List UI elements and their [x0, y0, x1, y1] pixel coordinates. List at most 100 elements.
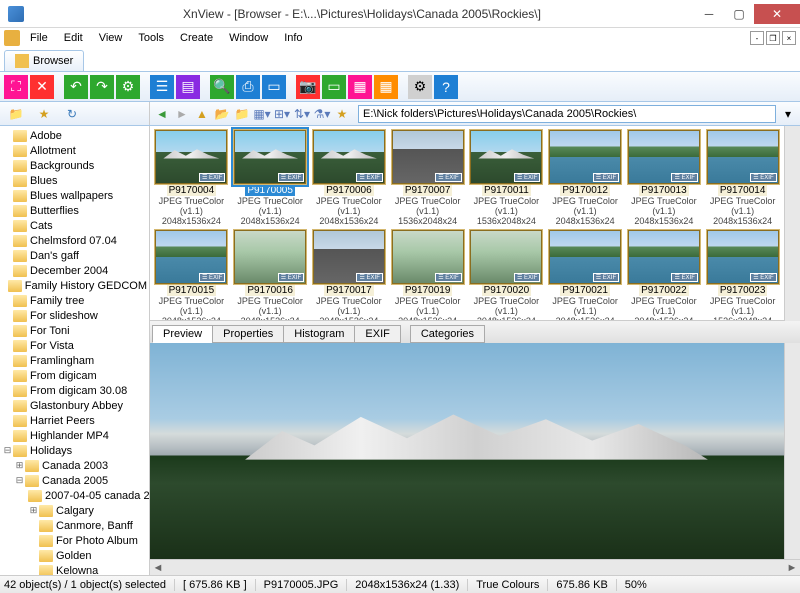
- thumbnail[interactable]: ☰ EXIFP9170019JPEG TrueColor (v1.1)2048x…: [390, 230, 465, 321]
- refresh-icon[interactable]: ↻: [64, 106, 80, 122]
- tab-properties[interactable]: Properties: [212, 325, 284, 343]
- close-button[interactable]: ✕: [754, 4, 800, 24]
- tree-item[interactable]: ⊟Canada 2005: [0, 473, 149, 488]
- new-folder-icon[interactable]: 📁: [8, 106, 24, 122]
- thumbnail[interactable]: ☰ EXIFP9170020JPEG TrueColor (v1.1)2048x…: [469, 230, 544, 321]
- mdi-restore[interactable]: ❐: [766, 31, 780, 45]
- scan-button[interactable]: ▭: [262, 75, 286, 99]
- tree-item[interactable]: Chelmsford 07.04: [0, 233, 149, 248]
- thumbnail-grid[interactable]: ☰ EXIFP9170004JPEG TrueColor (v1.1)2048x…: [150, 126, 784, 321]
- up-button[interactable]: ▲: [194, 106, 210, 122]
- fullscreen-button[interactable]: ⛶: [4, 75, 28, 99]
- tree-item[interactable]: ⊟Holidays: [0, 443, 149, 458]
- address-dropdown[interactable]: ▾: [780, 106, 796, 122]
- tab-browser[interactable]: Browser: [4, 50, 84, 71]
- tree-item[interactable]: Adobe: [0, 128, 149, 143]
- mdi-close[interactable]: ×: [782, 31, 796, 45]
- thumbnail[interactable]: ☰ EXIFP9170012JPEG TrueColor (v1.1)2048x…: [548, 130, 623, 226]
- rotate-left-button[interactable]: ↶: [64, 75, 88, 99]
- tree-item[interactable]: For Vista: [0, 338, 149, 353]
- tree-item[interactable]: Glastonbury Abbey: [0, 398, 149, 413]
- settings-button[interactable]: ⚙: [408, 75, 432, 99]
- convert-button[interactable]: ⚙: [116, 75, 140, 99]
- view-mode-button[interactable]: ⊞▾: [274, 106, 290, 122]
- tree-item[interactable]: Family History GEDCOM: [0, 278, 149, 293]
- thumbnail[interactable]: ☰ EXIFP9170006JPEG TrueColor (v1.1)2048x…: [312, 130, 387, 226]
- thumbnail[interactable]: ☰ EXIFP9170016JPEG TrueColor (v1.1)2048x…: [233, 230, 308, 321]
- slideshow-button[interactable]: ✕: [30, 75, 54, 99]
- tab-categories[interactable]: Categories: [410, 325, 485, 343]
- filter-button[interactable]: ⚗▾: [314, 106, 330, 122]
- thumbnail[interactable]: ☰ EXIFP9170005JPEG TrueColor (v1.1)2048x…: [233, 130, 308, 226]
- mdi-minimize[interactable]: -: [750, 31, 764, 45]
- thumbnail[interactable]: ☰ EXIFP9170014JPEG TrueColor (v1.1)2048x…: [705, 130, 780, 226]
- web-button[interactable]: ▦: [348, 75, 372, 99]
- slideshow2-button[interactable]: ▭: [322, 75, 346, 99]
- favorite-icon[interactable]: ★: [36, 106, 52, 122]
- tree-item[interactable]: Harriet Peers: [0, 413, 149, 428]
- menu-info[interactable]: Info: [278, 30, 308, 46]
- preview-scrollbar[interactable]: [784, 343, 800, 559]
- tree-item[interactable]: Backgrounds: [0, 158, 149, 173]
- preview-hscrollbar[interactable]: ◄►: [150, 559, 800, 575]
- help-button[interactable]: ?: [434, 75, 458, 99]
- sort-button[interactable]: ⇅▾: [294, 106, 310, 122]
- fav-star-icon[interactable]: ★: [334, 106, 350, 122]
- folder-icon2[interactable]: 📁: [234, 106, 250, 122]
- contact-button[interactable]: ▦: [374, 75, 398, 99]
- thumbnail[interactable]: ☰ EXIFP9170023JPEG TrueColor (v1.1)1536x…: [705, 230, 780, 321]
- tab-exif[interactable]: EXIF: [354, 325, 400, 343]
- tree-item[interactable]: Dan's gaff: [0, 248, 149, 263]
- folder-open-icon[interactable]: 📂: [214, 106, 230, 122]
- tree-item[interactable]: Butterflies: [0, 203, 149, 218]
- tree-item[interactable]: ⊞Calgary: [0, 503, 149, 518]
- tree-item[interactable]: Family tree: [0, 293, 149, 308]
- tree-item[interactable]: For Photo Album: [0, 533, 149, 548]
- minimize-button[interactable]: ─: [694, 4, 724, 24]
- tree-item[interactable]: For slideshow: [0, 308, 149, 323]
- tree-item[interactable]: Framlingham: [0, 353, 149, 368]
- thumbnail[interactable]: ☰ EXIFP9170013JPEG TrueColor (v1.1)2048x…: [627, 130, 702, 226]
- tree-item[interactable]: From digicam 30.08: [0, 383, 149, 398]
- menu-file[interactable]: File: [24, 30, 54, 46]
- rotate-right-button[interactable]: ↷: [90, 75, 114, 99]
- tree-item[interactable]: 2007-04-05 canada 20: [0, 488, 149, 503]
- menu-tools[interactable]: Tools: [132, 30, 170, 46]
- capture-button[interactable]: 📷: [296, 75, 320, 99]
- view-list-button[interactable]: ☰: [150, 75, 174, 99]
- tree-item[interactable]: Allotment: [0, 143, 149, 158]
- thumbnail[interactable]: ☰ EXIFP9170021JPEG TrueColor (v1.1)2048x…: [548, 230, 623, 321]
- thumbnail[interactable]: ☰ EXIFP9170017JPEG TrueColor (v1.1)2048x…: [312, 230, 387, 321]
- menu-create[interactable]: Create: [174, 30, 219, 46]
- tree-item[interactable]: Kelowna: [0, 563, 149, 575]
- tree-item[interactable]: Golden: [0, 548, 149, 563]
- tree-item[interactable]: December 2004: [0, 263, 149, 278]
- forward-button[interactable]: ►: [174, 106, 190, 122]
- address-bar[interactable]: E:\Nick folders\Pictures\Holidays\Canada…: [358, 105, 776, 123]
- view-details-button[interactable]: ▤: [176, 75, 200, 99]
- menu-edit[interactable]: Edit: [58, 30, 89, 46]
- tree-item[interactable]: For Toni: [0, 323, 149, 338]
- tree-item[interactable]: Highlander MP4: [0, 428, 149, 443]
- tree-item[interactable]: Blues wallpapers: [0, 188, 149, 203]
- back-button[interactable]: ◄: [154, 106, 170, 122]
- thumbnail[interactable]: ☰ EXIFP9170015JPEG TrueColor (v1.1)2048x…: [154, 230, 229, 321]
- tree-item[interactable]: ⊞Canada 2003: [0, 458, 149, 473]
- thumbnail[interactable]: ☰ EXIFP9170022JPEG TrueColor (v1.1)2048x…: [627, 230, 702, 321]
- folder-tree[interactable]: AdobeAllotmentBackgroundsBluesBlues wall…: [0, 126, 150, 575]
- tree-item[interactable]: Cats: [0, 218, 149, 233]
- tab-histogram[interactable]: Histogram: [283, 325, 355, 343]
- view-thumbs-button[interactable]: ▦▾: [254, 106, 270, 122]
- thumbnail[interactable]: ☰ EXIFP9170004JPEG TrueColor (v1.1)2048x…: [154, 130, 229, 226]
- tree-item[interactable]: Blues: [0, 173, 149, 188]
- search-button[interactable]: 🔍: [210, 75, 234, 99]
- tree-item[interactable]: From digicam: [0, 368, 149, 383]
- menu-view[interactable]: View: [93, 30, 129, 46]
- tab-preview[interactable]: Preview: [152, 325, 213, 343]
- thumbs-scrollbar[interactable]: [784, 126, 800, 321]
- menu-window[interactable]: Window: [223, 30, 274, 46]
- thumbnail[interactable]: ☰ EXIFP9170011JPEG TrueColor (v1.1)1536x…: [469, 130, 544, 226]
- maximize-button[interactable]: ▢: [724, 4, 754, 24]
- thumbnail[interactable]: ☰ EXIFP9170007JPEG TrueColor (v1.1)1536x…: [390, 130, 465, 226]
- print-button[interactable]: ⎙: [236, 75, 260, 99]
